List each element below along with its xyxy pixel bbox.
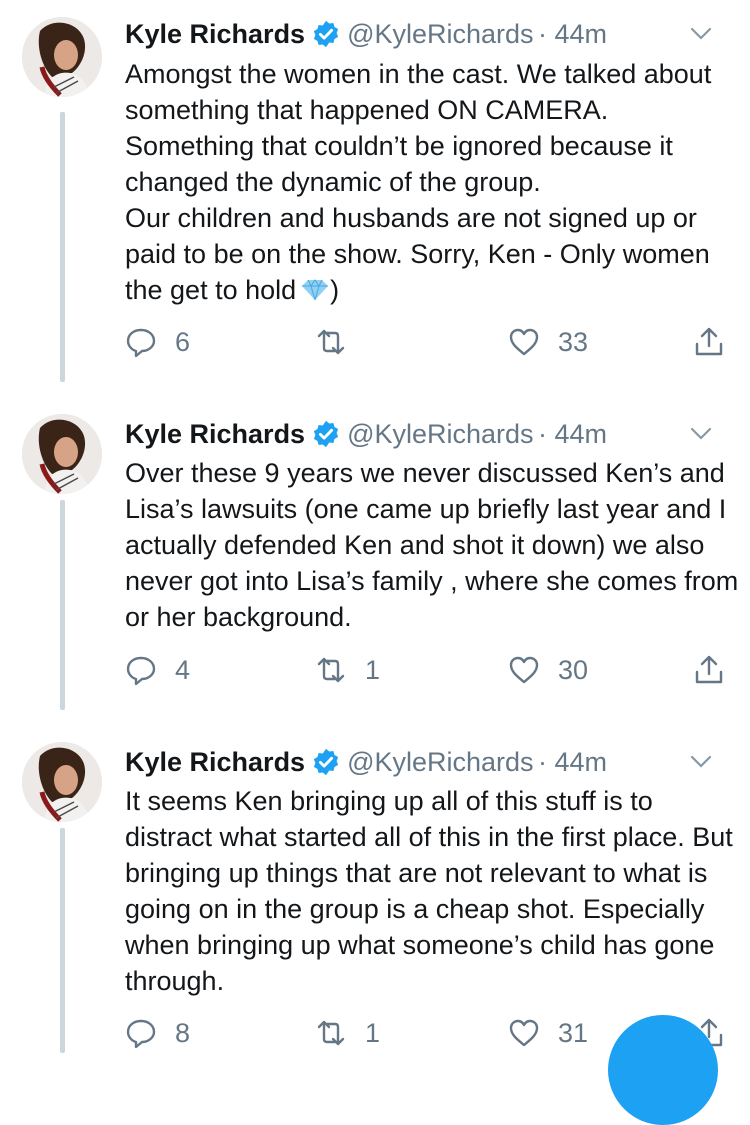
share-button[interactable] [693,650,725,690]
tweet[interactable]: Kyle Richards @KyleRichards · 44m It seem… [0,728,750,1053]
reply-count: 4 [175,654,191,685]
compose-tweet-button[interactable] [608,1015,718,1125]
retweet-button[interactable]: 1 [315,1013,380,1053]
timestamp[interactable]: · 44m [538,747,607,777]
chevron-down-icon[interactable] [689,424,713,444]
like-button[interactable]: 31 [508,1013,588,1053]
timestamp[interactable]: · 44m [538,419,607,449]
reply-button[interactable]: 4 [125,650,190,690]
retweet-icon [317,657,345,683]
heart-icon [509,328,539,356]
tweet-text-suffix: ) [330,275,340,305]
reply-count: 6 [175,326,191,357]
like-button[interactable]: 30 [508,650,588,690]
user-handle[interactable]: @KyleRichards [347,419,533,449]
share-button[interactable] [693,322,725,362]
reply-icon [126,656,156,686]
like-button[interactable]: 33 [508,322,588,362]
share-icon [695,327,723,356]
tweet-actions: 6 33 [125,322,735,362]
retweet-count: 1 [365,654,381,685]
retweet-icon [317,1020,345,1046]
retweet-button[interactable]: 1 [315,650,380,690]
verified-badge-icon [313,748,339,776]
chevron-down-icon[interactable] [689,24,713,44]
avatar[interactable] [22,17,102,97]
gem-icon [302,279,329,301]
verified-badge-icon [313,20,339,48]
reply-icon [126,1019,156,1049]
avatar[interactable] [22,742,102,822]
heart-icon [509,1019,539,1047]
chevron-down-icon[interactable] [689,752,713,772]
tweet-text: Amongst the women in the cast. We talked… [125,56,740,308]
reply-icon [126,328,156,358]
tweet[interactable]: Kyle Richards @KyleRichards · 44m Over th… [0,400,750,720]
display-name[interactable]: Kyle Richards [125,19,305,49]
tweet-header: Kyle Richards @KyleRichards · 44m [125,414,735,454]
tweet-text: It seems Ken bringing up all of this stu… [125,786,733,996]
verified-badge-icon [313,420,339,448]
like-count: 31 [558,1017,589,1048]
tweet-text: Over these 9 years we never discussed Ke… [125,458,739,632]
tweet[interactable]: Kyle Richards @KyleRichards · 44m Amongst… [0,0,750,390]
like-count: 30 [558,654,589,685]
retweet-count: 1 [365,1017,381,1048]
reply-count: 8 [175,1017,191,1048]
tweet-actions: 4 1 30 [125,650,735,690]
display-name[interactable]: Kyle Richards [125,419,305,449]
timestamp[interactable]: · 44m [538,19,607,49]
avatar[interactable] [22,414,102,494]
share-icon [695,655,723,684]
display-name[interactable]: Kyle Richards [125,747,305,777]
tweet-header: Kyle Richards @KyleRichards · 44m [125,14,735,54]
tweet-text-content: Amongst the women in the cast. We talked… [125,59,712,305]
user-handle[interactable]: @KyleRichards [347,747,533,777]
tweet-header: Kyle Richards @KyleRichards · 44m [125,742,735,782]
retweet-button[interactable] [315,322,365,362]
retweet-icon [317,329,345,355]
like-count: 33 [558,326,589,357]
user-handle[interactable]: @KyleRichards [347,19,533,49]
reply-button[interactable]: 8 [125,1013,190,1053]
reply-button[interactable]: 6 [125,322,190,362]
heart-icon [509,656,539,684]
